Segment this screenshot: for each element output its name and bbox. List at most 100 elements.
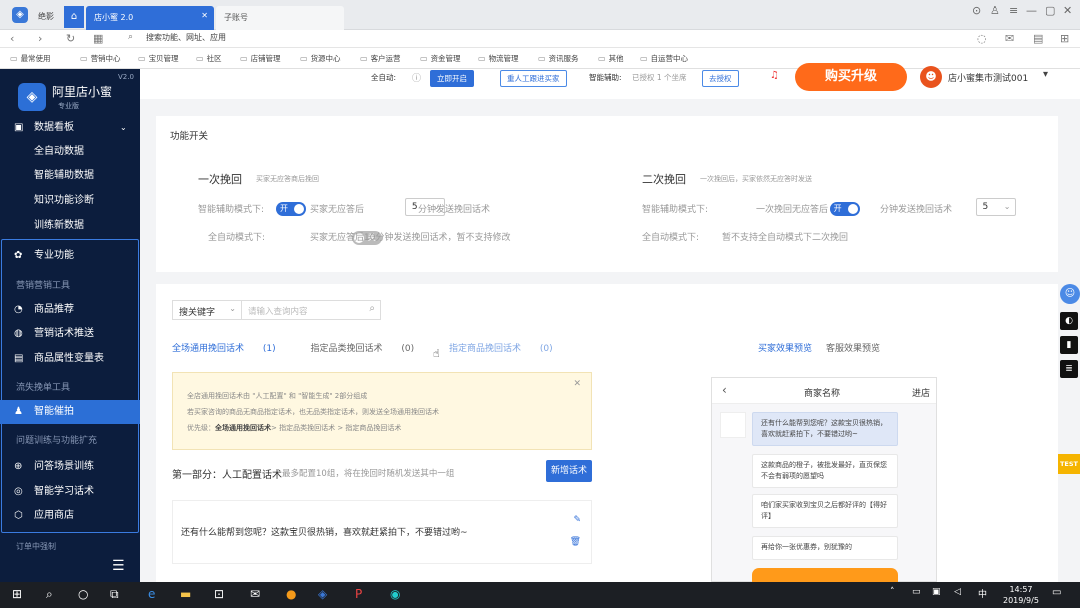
doc-icon[interactable]: ≣ bbox=[1060, 360, 1078, 378]
notice-priority: 优先级：全场通用挽回话术> 指定品类挽回话术 > 指定商品挽回话术 bbox=[187, 423, 401, 433]
add-script-button[interactable]: 新增话术 bbox=[546, 460, 592, 482]
tab-category[interactable]: 指定品类挽回话术 (0) bbox=[311, 344, 431, 354]
clock[interactable]: 14:57 2019/9/5 bbox=[1003, 584, 1039, 606]
sidebar-item-assist-data[interactable]: 智能辅助数据 bbox=[0, 164, 140, 188]
buyer-preview-link[interactable]: 买家效果预览 bbox=[758, 341, 812, 354]
search-type-select[interactable]: 搜关键字 ⌄ bbox=[172, 300, 242, 320]
headset-icon[interactable]: ◐ bbox=[1060, 312, 1078, 330]
volume-icon[interactable]: ◁ bbox=[954, 587, 961, 597]
sidebar-item-marketing-push[interactable]: ◍ 营销话术推送 bbox=[0, 322, 140, 346]
network-icon[interactable]: ▭ bbox=[912, 587, 921, 597]
player-icon[interactable]: ◉ bbox=[390, 587, 400, 601]
avatar[interactable]: ☻ bbox=[920, 66, 942, 88]
buy-upgrade-button[interactable]: 购买升级 bbox=[795, 63, 907, 91]
start-button[interactable]: 立即开启 bbox=[430, 70, 474, 87]
store-icon[interactable]: ⊡ bbox=[214, 587, 224, 601]
minimize-icon[interactable]: — bbox=[1026, 4, 1037, 17]
tray-up-icon[interactable]: ˄ bbox=[890, 587, 895, 597]
bookmark-item[interactable]: 宝贝管理 bbox=[138, 53, 179, 64]
book-icon[interactable]: ▮ bbox=[1060, 336, 1078, 354]
bookmark-item[interactable]: 营销中心 bbox=[80, 53, 121, 64]
shirt-icon[interactable]: ♙ bbox=[990, 4, 1000, 17]
group-label: 问题训练与功能扩充 bbox=[16, 436, 98, 446]
dropdown-arrow-icon[interactable]: ▾ bbox=[1043, 69, 1048, 80]
bookmark-item[interactable]: 店铺管理 bbox=[240, 53, 281, 64]
mail-icon[interactable]: ✉ bbox=[250, 587, 260, 601]
back-icon[interactable]: ‹ bbox=[10, 32, 14, 45]
sidebar-item-smart-urge[interactable]: ♟ 智能催拍 bbox=[0, 400, 140, 424]
tab-dianxiaomi[interactable]: 店小蜜 2.0 ✕ bbox=[86, 6, 214, 30]
powerpoint-icon[interactable]: P bbox=[355, 587, 362, 601]
edge-icon[interactable]: e bbox=[148, 587, 155, 601]
tab-product[interactable]: 指定商品挽回话术 (0) bbox=[449, 344, 569, 354]
sidebar-item-auto-data[interactable]: 全自动数据 bbox=[0, 140, 140, 164]
group-label: 订单中强制 bbox=[16, 542, 56, 551]
windows-start-icon[interactable]: ⊞ bbox=[12, 587, 22, 601]
search-icon[interactable]: ⌕ bbox=[46, 587, 53, 602]
bookmark-item[interactable]: 最常使用 bbox=[10, 53, 51, 64]
folder-icon[interactable]: ▬ bbox=[180, 587, 191, 601]
tab-subaccount[interactable]: 子账号 bbox=[216, 6, 344, 30]
menu-icon[interactable]: ☰ bbox=[112, 558, 125, 574]
edit-icon[interactable]: ✎ bbox=[573, 515, 581, 525]
app-icon[interactable]: ● bbox=[286, 587, 296, 601]
second-minutes-select[interactable]: 5 ⌄ bbox=[975, 198, 1016, 216]
first-assist-toggle[interactable]: 开 bbox=[276, 202, 306, 216]
menu-icon[interactable]: ≡ bbox=[1009, 4, 1018, 17]
bookmark-item[interactable]: 货源中心 bbox=[300, 53, 341, 64]
select-value: 5 bbox=[982, 202, 989, 212]
delete-icon[interactable]: 🗑 bbox=[570, 537, 581, 547]
sidebar-item-data-dashboard[interactable]: ▣ 数据看板 ⌄ bbox=[0, 116, 140, 140]
close-icon[interactable]: ✕ bbox=[201, 11, 208, 20]
test-badge[interactable]: TEST bbox=[1058, 454, 1080, 474]
qr-icon[interactable]: ▦ bbox=[93, 32, 103, 45]
assist-label: 智能辅助: bbox=[589, 73, 622, 82]
close-window-icon[interactable]: ✕ bbox=[1063, 4, 1072, 17]
sidebar-item-pro[interactable]: ✿ 专业功能 bbox=[0, 244, 140, 268]
bookmark-item[interactable]: 资讯服务 bbox=[538, 53, 579, 64]
forward-icon[interactable]: › bbox=[38, 32, 42, 45]
bookmark-item[interactable]: 自运营中心 bbox=[640, 53, 689, 64]
sidebar-item-smart-learning[interactable]: ◎ 智能学习话术 bbox=[0, 480, 140, 504]
dianxiaomi-taskbar-icon[interactable]: ◈ bbox=[318, 587, 327, 601]
sidebar-item-product-recommend[interactable]: ◔ 商品推荐 bbox=[0, 298, 140, 322]
refresh-icon[interactable]: ↻ bbox=[66, 32, 75, 45]
location-icon[interactable]: ⊙ bbox=[972, 4, 981, 17]
bookmark-item[interactable]: 社区 bbox=[196, 53, 222, 64]
sidebar-item-training[interactable]: 训练新数据 bbox=[0, 214, 140, 238]
shop-name[interactable]: 店小蜜集市测试001 bbox=[948, 71, 1028, 84]
search-placeholder: 请输入查询内容 bbox=[248, 307, 308, 317]
bookmark-item[interactable]: 资金管理 bbox=[420, 53, 461, 64]
notification-icon[interactable]: ♫ bbox=[770, 70, 779, 81]
grid-icon[interactable]: ▤ bbox=[1033, 32, 1043, 45]
cortana-icon[interactable]: ○ bbox=[78, 587, 88, 601]
maximize-icon[interactable]: ▢ bbox=[1045, 4, 1055, 17]
bookmark-item[interactable]: 客户运营 bbox=[360, 53, 401, 64]
tab-label: 指定品类挽回话术 bbox=[310, 344, 383, 354]
home-icon[interactable]: ⌂ bbox=[64, 6, 84, 28]
tab-general[interactable]: 全场通用挽回话术 (1) bbox=[172, 344, 292, 354]
apps-icon[interactable]: ⊞ bbox=[1060, 32, 1069, 45]
sidebar-item-app-store[interactable]: ⬡ 应用商店 bbox=[0, 504, 140, 528]
sidebar-item-qa-training[interactable]: ⊕ 问答场景训练 bbox=[0, 455, 140, 479]
sidebar-item-attribute-table[interactable]: ▤ 商品属性变量表 bbox=[0, 347, 140, 371]
language-indicator[interactable]: 中 bbox=[978, 587, 987, 600]
second-assist-toggle[interactable]: 开 bbox=[829, 202, 860, 216]
human-follow-button[interactable]: 重人工跟进买家 bbox=[500, 70, 567, 87]
agent-preview-link[interactable]: 客服效果预览 bbox=[826, 341, 880, 354]
monitor-icon[interactable]: ▣ bbox=[932, 587, 941, 597]
authorize-button[interactable]: 去授权 bbox=[702, 70, 739, 87]
bookmark-item[interactable]: 其他 bbox=[598, 53, 624, 64]
robot-icon[interactable]: ☺ bbox=[1060, 284, 1080, 304]
chat-icon[interactable]: ◌ bbox=[977, 32, 987, 45]
sidebar-item-knowledge[interactable]: 知识功能诊断 bbox=[0, 189, 140, 213]
close-icon[interactable]: ✕ bbox=[573, 379, 581, 389]
group-label: 营销营销工具 bbox=[16, 281, 71, 291]
notification-center-icon[interactable]: ▭ bbox=[1052, 587, 1061, 598]
task-view-icon[interactable]: ⧉ bbox=[110, 587, 119, 602]
address-input[interactable]: 搜索功能、网址、应用 bbox=[146, 32, 226, 43]
bookmark-item[interactable]: 物流管理 bbox=[478, 53, 519, 64]
store-icon: ⬡ bbox=[14, 510, 23, 521]
search-input[interactable]: 请输入查询内容 ⌕ bbox=[241, 300, 381, 320]
mail-icon[interactable]: ✉ bbox=[1005, 32, 1014, 45]
